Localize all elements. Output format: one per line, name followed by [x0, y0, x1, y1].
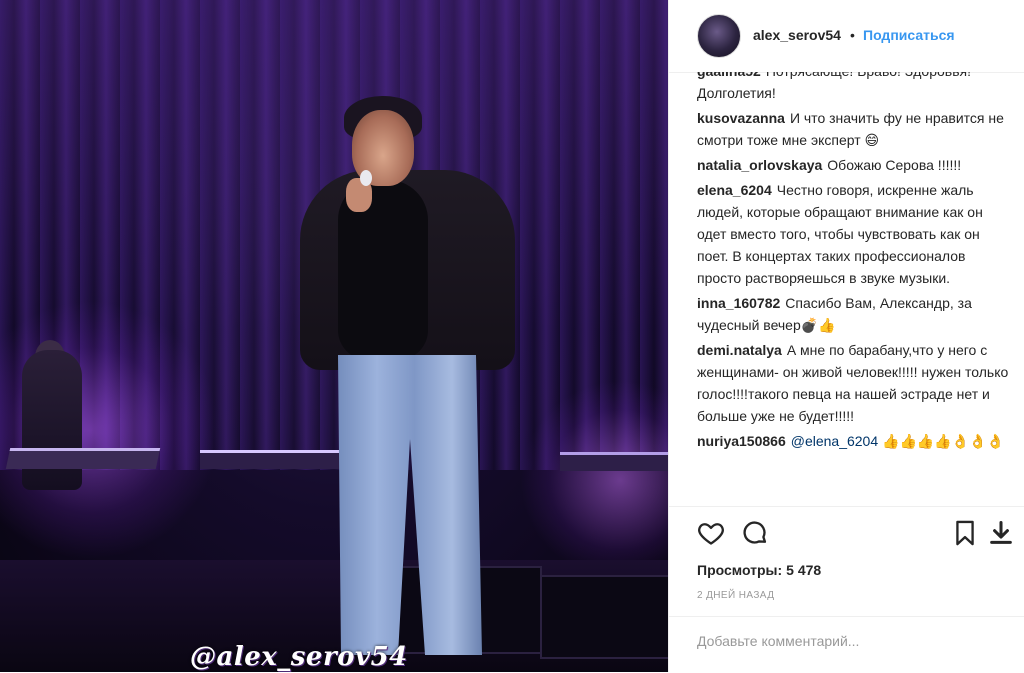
comment-item: elena_6204 Честно говоря, искренне жаль л…: [697, 179, 1009, 289]
comment-input[interactable]: Добавьте комментарий...: [697, 633, 859, 649]
microphone: [360, 170, 372, 186]
keyboard-middle: [200, 450, 340, 469]
video-watermark: @alex_serov54: [190, 642, 408, 672]
comment-item: natalia_orlovskaya Обожаю Серова !!!!!!: [697, 154, 1009, 176]
views-number: 5 478: [786, 562, 822, 578]
views-label: Просмотры:: [697, 562, 783, 578]
keyboardist: [22, 350, 82, 490]
post-header: alex_serov54 • Подписаться: [669, 0, 1024, 73]
comment-mention[interactable]: @elena_6204: [791, 433, 878, 449]
post-video[interactable]: @alex_serov54: [0, 0, 668, 672]
comment-item: kusovazanna И что значить фу не нравится …: [697, 107, 1009, 151]
comment-item: demi.natalya А мне по барабану,что у него…: [697, 339, 1009, 427]
post-timestamp[interactable]: 2 ДНЕЙ НАЗАД: [697, 590, 774, 601]
avatar[interactable]: [697, 14, 741, 58]
keyboard-left: [5, 448, 161, 469]
add-comment-bar: Добавьте комментарий...: [669, 616, 1024, 673]
comment-username[interactable]: gaalina52: [697, 72, 761, 79]
comment-item: nuriya150866 @elena_6204 👍👍👍👍👌👌👌: [697, 430, 1009, 452]
post-actions: [669, 506, 1024, 559]
view-count[interactable]: Просмотры: 5 478: [697, 562, 821, 578]
comment-icon[interactable]: [741, 519, 769, 547]
comment-username[interactable]: elena_6204: [697, 182, 772, 198]
header-separator: •: [850, 27, 855, 43]
comment-item: gaalina52Потрясающе! Браво! Здоровья! До…: [697, 72, 1009, 104]
comment-text: Обожаю Серова !!!!!!: [827, 157, 962, 173]
comment-username[interactable]: demi.natalya: [697, 342, 782, 358]
comment-list[interactable]: gaalina52Потрясающе! Браво! Здоровья! До…: [697, 72, 1013, 506]
comment-username[interactable]: kusovazanna: [697, 110, 785, 126]
author-username[interactable]: alex_serov54: [753, 27, 841, 43]
follow-button[interactable]: Подписаться: [863, 27, 955, 43]
post-sidebar: alex_serov54 • Подписаться gaalina52Потр…: [668, 0, 1024, 672]
bookmark-icon[interactable]: [951, 519, 979, 547]
comment-list-content: gaalina52Потрясающе! Браво! Здоровья! До…: [697, 72, 1009, 455]
download-icon[interactable]: [987, 519, 1015, 547]
comment-username[interactable]: natalia_orlovskaya: [697, 157, 822, 173]
keyboard-right: [560, 452, 668, 471]
comment-username[interactable]: nuriya150866: [697, 433, 786, 449]
comment-text: 👍👍👍👍👌👌👌: [882, 433, 1005, 449]
comment-item: inna_160782 Спасибо Вам, Александр, за чу…: [697, 292, 1009, 336]
stage-speaker: [540, 575, 668, 659]
comment-username[interactable]: inna_160782: [697, 295, 780, 311]
heart-icon[interactable]: [697, 519, 725, 547]
